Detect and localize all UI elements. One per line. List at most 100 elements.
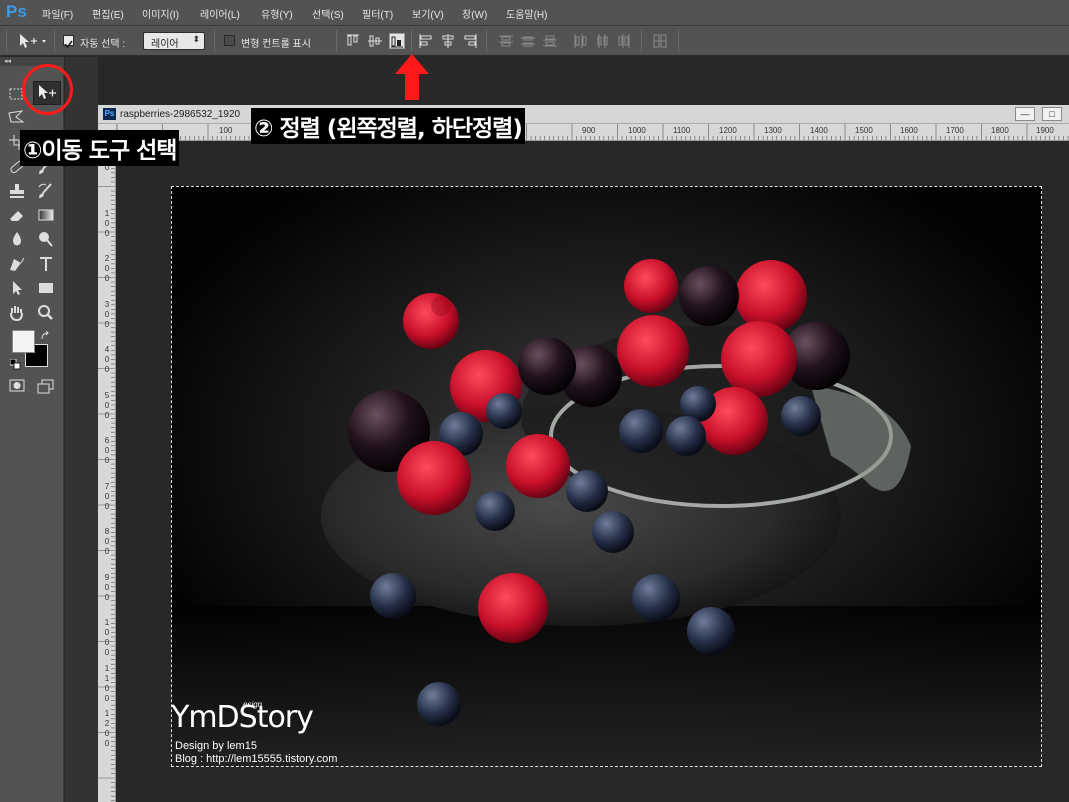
ruler-label: 1400: [810, 126, 828, 135]
hand-tool-button[interactable]: [6, 303, 28, 323]
watermark-design-word: esign: [243, 700, 263, 709]
path-select-icon: [13, 281, 22, 295]
ruler-label: 300: [104, 299, 110, 329]
zoom-tool-button[interactable]: [35, 303, 57, 323]
step2-annotation: ② 정렬 (왼쪽정렬, 하단정렬): [251, 108, 525, 144]
history-brush-tool-button[interactable]: [35, 181, 57, 201]
dropdown-arrow-icon: ⬍: [192, 34, 200, 44]
transform-controls-label: 변형 컨트롤 표시: [241, 39, 311, 50]
align-bottom-edges-button[interactable]: [389, 33, 405, 49]
blur-tool-button[interactable]: [6, 229, 28, 249]
menu-image[interactable]: 이미지(I): [142, 6, 179, 21]
menu-view[interactable]: 보기(V): [412, 6, 444, 21]
tool-preset-picker[interactable]: [18, 32, 46, 55]
auto-select-dropdown[interactable]: 레이어 ⬍: [143, 32, 205, 50]
ruler-label: 800: [104, 527, 110, 556]
auto-select-label: 자동 선택 :: [80, 39, 126, 50]
transform-controls-checkbox[interactable]: [224, 35, 235, 46]
default-colors-button[interactable]: [9, 357, 21, 375]
eraser-tool-button[interactable]: [6, 205, 28, 225]
divider: [641, 30, 642, 52]
align-top-edges-button[interactable]: [345, 33, 361, 49]
stamp-icon: [10, 184, 24, 198]
align-vertical-centers-button[interactable]: [367, 33, 383, 49]
distribute-hcenter-icon: [597, 34, 608, 48]
dodge-tool-button[interactable]: [35, 229, 57, 249]
distribute-bottom-button[interactable]: [542, 33, 558, 49]
align-hcenter-icon: [442, 34, 454, 48]
ruler-label: 1200: [104, 709, 110, 748]
ruler-label: 200: [104, 254, 110, 283]
vertical-ruler[interactable]: 0100200300400500600700800900100011001200: [98, 141, 116, 802]
photoshop-window: Ps 파일(F) 편집(E) 이미지(I) 레이어(L) 유형(Y) 선택(S)…: [0, 0, 1069, 802]
ruler-label: 700: [104, 481, 110, 511]
lasso-icon: [8, 110, 25, 123]
quick-mask-icon: [9, 379, 25, 392]
distribute-right-button[interactable]: [616, 33, 632, 49]
align-bottom-icon: [391, 36, 403, 48]
auto-select-checkbox[interactable]: [63, 35, 74, 49]
align-left-edges-button[interactable]: [418, 33, 434, 49]
distribute-left-button[interactable]: [572, 33, 588, 49]
divider: [214, 30, 215, 52]
menu-type[interactable]: 유형(Y): [261, 6, 293, 21]
menu-window[interactable]: 창(W): [462, 6, 487, 21]
pen-tool-button[interactable]: [6, 254, 28, 274]
ruler-label: 900: [104, 572, 110, 602]
ruler-label: 100: [104, 208, 110, 238]
align-horizontal-centers-button[interactable]: [440, 33, 456, 49]
ruler-label: 1100: [673, 126, 691, 135]
menu-edit[interactable]: 편집(E): [92, 6, 124, 21]
pen-icon: [10, 257, 25, 271]
align-right-edges-button[interactable]: [462, 33, 478, 49]
menu-filter[interactable]: 필터(T): [362, 6, 393, 21]
distribute-vcenter-button[interactable]: [520, 33, 536, 49]
ruler-label: 1000: [104, 618, 110, 657]
blur-icon: [13, 232, 21, 246]
quick-mask-button[interactable]: [6, 376, 28, 396]
align-vcenter-icon: [368, 35, 382, 47]
distribute-left-icon: [574, 34, 587, 48]
grip-divider: [6, 30, 7, 52]
distribute-vcenter-icon: [521, 36, 535, 47]
lasso-tool-button[interactable]: [6, 107, 28, 127]
options-bar: 자동 선택 : 레이어 ⬍ 변형 컨트롤 표시: [0, 26, 1069, 56]
ruler-label: 1800: [991, 126, 1009, 135]
default-colors-icon: [9, 358, 21, 370]
distribute-right-icon: [618, 34, 630, 48]
distribute-top-button[interactable]: [498, 33, 514, 49]
divider: [678, 30, 679, 52]
distribute-hcenter-button[interactable]: [594, 33, 610, 49]
gradient-icon: [38, 209, 54, 221]
panel-gutter: [65, 57, 98, 802]
ruler-label: 1100: [104, 663, 110, 703]
menu-file[interactable]: 파일(F): [42, 6, 73, 21]
divider: [411, 30, 412, 52]
minimize-button[interactable]: —: [1015, 107, 1035, 121]
align-top-icon: [347, 34, 359, 46]
ruler-label: 100: [219, 126, 233, 135]
menu-select[interactable]: 선택(S): [312, 6, 344, 21]
ruler-label: 1600: [900, 126, 918, 135]
auto-align-layers-button[interactable]: [652, 33, 668, 49]
document-tab[interactable]: Ps raspberries-2986532_1920 — □: [98, 105, 1069, 124]
auto-select-value: 레이어: [151, 39, 179, 50]
type-tool-button[interactable]: [35, 254, 57, 274]
menu-help[interactable]: 도움말(H): [506, 6, 547, 21]
screen-mode-button[interactable]: [35, 376, 57, 396]
ruler-label: 500: [104, 390, 110, 420]
watermark-logo: YmDStory: [171, 700, 314, 735]
rectangle-tool-button[interactable]: [35, 278, 57, 298]
ruler-label: 600: [104, 436, 110, 465]
path-select-tool-button[interactable]: [6, 278, 28, 298]
stamp-tool-button[interactable]: [6, 181, 28, 201]
foreground-color-swatch[interactable]: [12, 330, 35, 353]
move-tool-icon: [20, 34, 46, 48]
distribute-top-icon: [499, 35, 513, 47]
maximize-button[interactable]: □: [1042, 107, 1062, 121]
ruler-label: 1700: [946, 126, 964, 135]
watermark-credit: Design by lem15: [175, 740, 257, 752]
gradient-tool-button[interactable]: [35, 205, 57, 225]
menu-layer[interactable]: 레이어(L): [200, 6, 240, 21]
distribute-bottom-icon: [543, 35, 557, 47]
